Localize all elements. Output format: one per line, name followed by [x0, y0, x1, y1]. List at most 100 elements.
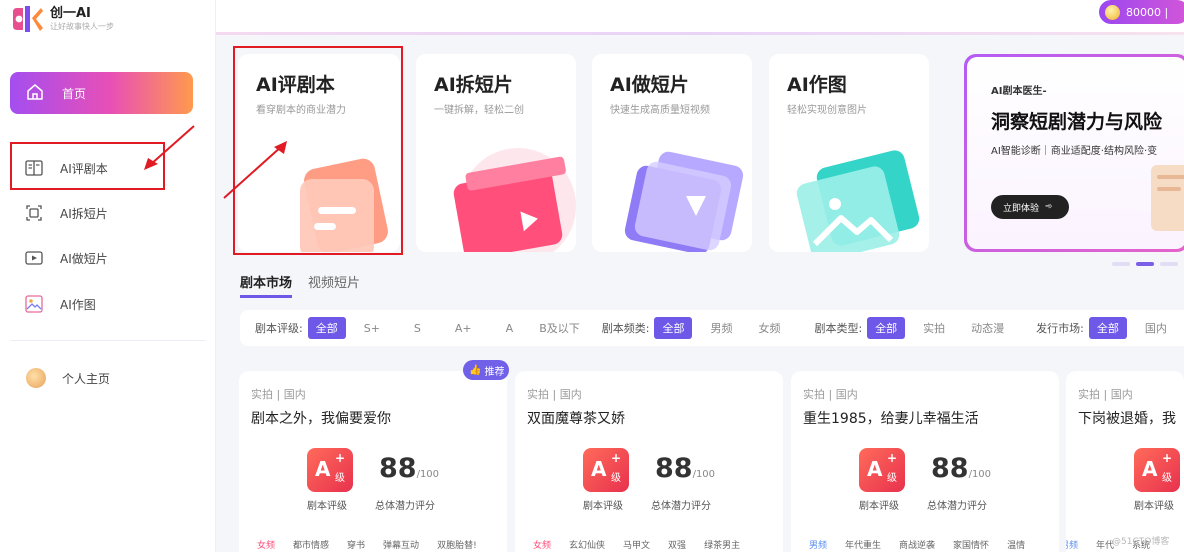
sidebar-item-home[interactable]: 首页: [10, 72, 193, 114]
feature-card-ai-split-video[interactable]: AI拆短片 一键拆解，轻松二创: [416, 54, 576, 252]
tag[interactable]: 商战逆袭: [899, 538, 935, 551]
filter-channel-all[interactable]: 全部: [654, 317, 693, 339]
feature-title: AI作图: [787, 74, 847, 96]
tag[interactable]: 年代重生: [845, 538, 881, 551]
filter-rating-s[interactable]: S: [406, 319, 429, 338]
script-meta: 实拍 | 国内: [1078, 388, 1133, 401]
make-video-icon: [22, 249, 46, 267]
arrow-right-icon: ➾: [1045, 202, 1053, 212]
image-icon: [22, 294, 46, 314]
score-max: /100: [416, 469, 440, 480]
banner-headline: 洞察短剧潜力与风险: [991, 111, 1163, 133]
home-icon: [26, 83, 44, 104]
feature-title: AI拆短片: [434, 74, 513, 96]
carousel-dot[interactable]: [1112, 262, 1130, 266]
score-value: 88: [379, 453, 417, 484]
tag[interactable]: 都市情感: [293, 538, 329, 551]
tab-script-market[interactable]: 剧本市场: [240, 272, 293, 298]
potential-score: 88/100: [655, 453, 715, 484]
tag[interactable]: 双强: [668, 538, 686, 551]
sidebar-item-ai-split-video[interactable]: AI拆短片: [22, 201, 108, 225]
tag[interactable]: 男频: [809, 538, 827, 551]
grade-level: 级: [887, 473, 897, 484]
filter-market-domestic[interactable]: 国内: [1137, 317, 1175, 339]
sidebar-item-label: 首页: [62, 86, 87, 101]
recommend-badge: 👍 推荐: [463, 360, 509, 380]
filter-channel-male[interactable]: 男频: [702, 317, 740, 339]
grade-label: 剧本评级: [583, 501, 623, 512]
filter-rating-aplus[interactable]: A+: [447, 319, 480, 338]
logo-mark-icon: [10, 4, 44, 34]
script-meta: 实拍 | 国内: [251, 388, 306, 401]
filter-rating-splus[interactable]: S+: [356, 319, 388, 338]
tag[interactable]: 女频: [257, 538, 275, 551]
tag[interactable]: 马甲文: [623, 538, 650, 551]
filter-rating-a[interactable]: A: [498, 319, 522, 338]
tag[interactable]: 女频: [533, 538, 551, 551]
filter-rating-b-below[interactable]: B及以下: [531, 317, 588, 339]
carousel-dot[interactable]: [1160, 262, 1178, 266]
tag[interactable]: 双胞胎替!: [437, 538, 477, 551]
tag[interactable]: 温情: [1007, 538, 1025, 551]
grade-plus: +: [335, 451, 346, 465]
score-max: /100: [968, 469, 992, 480]
grade-badge: A + 级: [307, 448, 353, 492]
try-now-button[interactable]: 立即体验 ➾: [991, 195, 1069, 219]
potential-score: 88/100: [931, 453, 991, 484]
feature-subtitle: 轻松实现创意图片: [787, 105, 867, 116]
feature-card-ai-make-video[interactable]: AI做短片 快速生成高质量短视频: [592, 54, 752, 252]
score-max: /100: [692, 469, 716, 480]
script-meta: 实拍 | 国内: [803, 388, 858, 401]
market-tabs: 剧本市场 视频短片: [240, 272, 360, 298]
carousel-dot-active[interactable]: [1136, 262, 1154, 266]
score-value: 88: [931, 453, 969, 484]
grade-plus: +: [1162, 451, 1173, 465]
banner-description: AI智能诊断｜商业适配度·结构风险·变: [991, 146, 1158, 157]
script-card[interactable]: 实拍 | 国内 下岗被退婚，我 A + 级 剧本评级 男频 年代 系统: [1066, 371, 1184, 552]
filter-type-all[interactable]: 全部: [867, 317, 906, 339]
sidebar-item-ai-image[interactable]: AI作图: [22, 292, 96, 316]
script-tags: 女频 都市情感 穿书 弹幕互动 双胞胎替!: [257, 538, 477, 551]
top-bar: [216, 0, 1184, 34]
tab-video-shorts[interactable]: 视频短片: [308, 272, 360, 298]
potential-score: 88/100: [379, 453, 439, 484]
sidebar-divider: [10, 340, 206, 341]
filter-market-all[interactable]: 全部: [1088, 317, 1127, 339]
tag[interactable]: 家国情怀: [953, 538, 989, 551]
sidebar-item-ai-make-video[interactable]: AI做短片: [22, 246, 108, 270]
filter-label-channel: 剧本频类:: [601, 322, 650, 335]
script-card[interactable]: 实拍 | 国内 双面魔尊茶又娇 A + 级 剧本评级 88/100 总体潜力评分…: [515, 371, 783, 552]
clapperboard-illustration-icon: [453, 148, 576, 252]
script-card[interactable]: 实拍 | 国内 剧本之外，我偏要爱你 A + 级 剧本评级 88/100 总体潜…: [239, 371, 507, 552]
score-value: 88: [655, 453, 693, 484]
feature-card-ai-image[interactable]: AI作图 轻松实现创意图片: [769, 54, 929, 252]
filter-label-market: 发行市场:: [1036, 322, 1084, 335]
coin-icon: [1105, 4, 1120, 20]
filter-channel-female[interactable]: 女频: [750, 317, 788, 339]
script-tags: 男频 年代重生 商战逆袭 家国情怀 温情: [809, 538, 1025, 551]
script-card[interactable]: 实拍 | 国内 重生1985，给妻儿幸福生活 A + 级 剧本评级 88/100…: [791, 371, 1059, 552]
script-title: 重生1985，给妻儿幸福生活: [803, 411, 979, 427]
grade-letter: A: [591, 457, 607, 481]
tag[interactable]: 弹幕互动: [383, 538, 419, 551]
script-meta: 实拍 | 国内: [527, 388, 582, 401]
filter-bar: 剧本评级: 全部 S+ S A+ A B及以下 剧本频类: 全部 男频 女频 剧…: [240, 310, 1184, 346]
grade-level: 级: [335, 473, 345, 484]
thumbs-up-icon: 👍: [469, 364, 482, 376]
tag[interactable]: 绿茶男主: [704, 538, 740, 551]
tag[interactable]: 男频: [1066, 538, 1078, 551]
score-label: 总体潜力评分: [375, 501, 435, 512]
filter-rating-all[interactable]: 全部: [307, 317, 346, 339]
top-bar-gradient-line: [216, 32, 1184, 35]
app-logo[interactable]: 创一AI 让好故事快人一步: [10, 4, 114, 34]
filter-type-animation[interactable]: 动态漫: [963, 317, 1012, 339]
feature-title: AI做短片: [610, 74, 689, 96]
promo-banner[interactable]: AI剧本医生- 洞察短剧潜力与风险 AI智能诊断｜商业适配度·结构风险·变 立即…: [964, 54, 1184, 252]
sidebar-item-profile[interactable]: 个人主页: [24, 366, 110, 390]
tag[interactable]: 穿书: [347, 538, 365, 551]
grade-plus: +: [887, 451, 898, 465]
grade-badge: A + 级: [583, 448, 629, 492]
coin-balance-badge[interactable]: 80000 |: [1099, 0, 1184, 24]
filter-type-live-action[interactable]: 实拍: [915, 317, 953, 339]
tag[interactable]: 玄幻仙侠: [569, 538, 605, 551]
